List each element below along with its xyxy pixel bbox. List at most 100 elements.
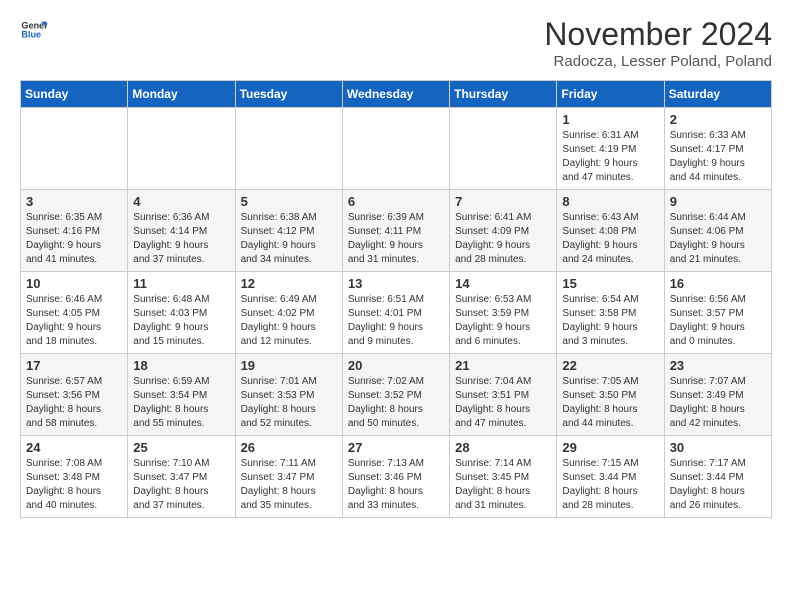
calendar-cell: 10 Sunrise: 6:46 AM Sunset: 4:05 PM Dayli…	[21, 272, 128, 354]
day-number: 24	[26, 440, 122, 455]
calendar-cell: 11 Sunrise: 6:48 AM Sunset: 4:03 PM Dayli…	[128, 272, 235, 354]
day-number: 11	[133, 276, 229, 291]
calendar-cell: 14 Sunrise: 6:53 AM Sunset: 3:59 PM Dayli…	[450, 272, 557, 354]
day-info: Sunrise: 6:54 AM Sunset: 3:58 PM Dayligh…	[562, 293, 658, 349]
day-info: Sunrise: 6:39 AM Sunset: 4:11 PM Dayligh…	[348, 211, 444, 267]
day-number: 3	[26, 194, 122, 209]
weekday-header-wednesday: Wednesday	[342, 81, 449, 108]
calendar-cell: 9 Sunrise: 6:44 AM Sunset: 4:06 PM Daylig…	[664, 190, 771, 272]
calendar-cell: 12 Sunrise: 6:49 AM Sunset: 4:02 PM Dayli…	[235, 272, 342, 354]
day-info: Sunrise: 6:51 AM Sunset: 4:01 PM Dayligh…	[348, 293, 444, 349]
day-number: 30	[670, 440, 766, 455]
day-info: Sunrise: 6:38 AM Sunset: 4:12 PM Dayligh…	[241, 211, 337, 267]
calendar-cell: 15 Sunrise: 6:54 AM Sunset: 3:58 PM Dayli…	[557, 272, 664, 354]
day-info: Sunrise: 6:53 AM Sunset: 3:59 PM Dayligh…	[455, 293, 551, 349]
calendar-cell	[235, 108, 342, 190]
day-info: Sunrise: 6:41 AM Sunset: 4:09 PM Dayligh…	[455, 211, 551, 267]
day-number: 14	[455, 276, 551, 291]
day-number: 25	[133, 440, 229, 455]
day-number: 12	[241, 276, 337, 291]
calendar-cell: 1 Sunrise: 6:31 AM Sunset: 4:19 PM Daylig…	[557, 108, 664, 190]
calendar-cell: 16 Sunrise: 6:56 AM Sunset: 3:57 PM Dayli…	[664, 272, 771, 354]
logo-icon: General Blue	[20, 16, 48, 44]
day-number: 15	[562, 276, 658, 291]
day-info: Sunrise: 7:05 AM Sunset: 3:50 PM Dayligh…	[562, 375, 658, 431]
calendar-cell: 20 Sunrise: 7:02 AM Sunset: 3:52 PM Dayli…	[342, 354, 449, 436]
weekday-header-sunday: Sunday	[21, 81, 128, 108]
calendar-cell: 25Sunrise: 7:10 AM Sunset: 3:47 PM Dayli…	[128, 436, 235, 518]
calendar-cell: 17 Sunrise: 6:57 AM Sunset: 3:56 PM Dayli…	[21, 354, 128, 436]
calendar-cell: 3 Sunrise: 6:35 AM Sunset: 4:16 PM Daylig…	[21, 190, 128, 272]
day-number: 8	[562, 194, 658, 209]
day-number: 23	[670, 358, 766, 373]
calendar-cell: 21Sunrise: 7:04 AM Sunset: 3:51 PM Dayli…	[450, 354, 557, 436]
calendar-cell: 4 Sunrise: 6:36 AM Sunset: 4:14 PM Daylig…	[128, 190, 235, 272]
day-number: 19	[241, 358, 337, 373]
day-number: 22	[562, 358, 658, 373]
day-number: 17	[26, 358, 122, 373]
calendar-cell: 13 Sunrise: 6:51 AM Sunset: 4:01 PM Dayli…	[342, 272, 449, 354]
calendar-table: SundayMondayTuesdayWednesdayThursdayFrid…	[20, 80, 772, 518]
day-number: 16	[670, 276, 766, 291]
calendar-cell: 24 Sunrise: 7:08 AM Sunset: 3:48 PM Dayli…	[21, 436, 128, 518]
day-number: 28	[455, 440, 551, 455]
day-info: Sunrise: 6:44 AM Sunset: 4:06 PM Dayligh…	[670, 211, 766, 267]
calendar-cell: 6 Sunrise: 6:39 AM Sunset: 4:11 PM Daylig…	[342, 190, 449, 272]
weekday-header-thursday: Thursday	[450, 81, 557, 108]
calendar-cell: 7 Sunrise: 6:41 AM Sunset: 4:09 PM Daylig…	[450, 190, 557, 272]
day-info: Sunrise: 6:43 AM Sunset: 4:08 PM Dayligh…	[562, 211, 658, 267]
day-number: 26	[241, 440, 337, 455]
day-info: Sunrise: 6:56 AM Sunset: 3:57 PM Dayligh…	[670, 293, 766, 349]
weekday-header-friday: Friday	[557, 81, 664, 108]
day-info: Sunrise: 7:13 AM Sunset: 3:46 PM Dayligh…	[348, 457, 444, 513]
weekday-header-saturday: Saturday	[664, 81, 771, 108]
day-info: Sunrise: 6:48 AM Sunset: 4:03 PM Dayligh…	[133, 293, 229, 349]
day-number: 29	[562, 440, 658, 455]
calendar-cell: 5 Sunrise: 6:38 AM Sunset: 4:12 PM Daylig…	[235, 190, 342, 272]
day-number: 20	[348, 358, 444, 373]
weekday-header-tuesday: Tuesday	[235, 81, 342, 108]
day-number: 7	[455, 194, 551, 209]
day-number: 9	[670, 194, 766, 209]
weekday-header-monday: Monday	[128, 81, 235, 108]
calendar-cell: 26 Sunrise: 7:11 AM Sunset: 3:47 PM Dayli…	[235, 436, 342, 518]
day-number: 6	[348, 194, 444, 209]
calendar-cell	[450, 108, 557, 190]
day-info: Sunrise: 6:35 AM Sunset: 4:16 PM Dayligh…	[26, 211, 122, 267]
logo: General Blue	[20, 16, 48, 44]
day-number: 13	[348, 276, 444, 291]
day-info: Sunrise: 7:15 AM Sunset: 3:44 PM Dayligh…	[562, 457, 658, 513]
day-info: Sunrise: 6:49 AM Sunset: 4:02 PM Dayligh…	[241, 293, 337, 349]
day-info: Sunrise: 7:07 AM Sunset: 3:49 PM Dayligh…	[670, 375, 766, 431]
day-number: 10	[26, 276, 122, 291]
day-info: Sunrise: 6:46 AM Sunset: 4:05 PM Dayligh…	[26, 293, 122, 349]
day-number: 4	[133, 194, 229, 209]
day-info: Sunrise: 6:59 AM Sunset: 3:54 PM Dayligh…	[133, 375, 229, 431]
svg-text:Blue: Blue	[21, 30, 41, 40]
day-info: Sunrise: 6:36 AM Sunset: 4:14 PM Dayligh…	[133, 211, 229, 267]
calendar-cell: 22 Sunrise: 7:05 AM Sunset: 3:50 PM Dayli…	[557, 354, 664, 436]
calendar-cell: 2Sunrise: 6:33 AM Sunset: 4:17 PM Daylig…	[664, 108, 771, 190]
title-area: November 2024 Radocza, Lesser Poland, Po…	[544, 16, 772, 70]
day-info: Sunrise: 7:02 AM Sunset: 3:52 PM Dayligh…	[348, 375, 444, 431]
day-info: Sunrise: 7:14 AM Sunset: 3:45 PM Dayligh…	[455, 457, 551, 513]
calendar-cell: 19 Sunrise: 7:01 AM Sunset: 3:53 PM Dayli…	[235, 354, 342, 436]
location-title: Radocza, Lesser Poland, Poland	[544, 53, 772, 70]
calendar-cell: 29 Sunrise: 7:15 AM Sunset: 3:44 PM Dayli…	[557, 436, 664, 518]
day-info: Sunrise: 6:31 AM Sunset: 4:19 PM Dayligh…	[562, 129, 658, 185]
day-number: 5	[241, 194, 337, 209]
day-info: Sunrise: 7:01 AM Sunset: 3:53 PM Dayligh…	[241, 375, 337, 431]
month-title: November 2024	[544, 16, 772, 53]
calendar-cell: 30Sunrise: 7:17 AM Sunset: 3:44 PM Dayli…	[664, 436, 771, 518]
day-number: 27	[348, 440, 444, 455]
calendar-cell	[128, 108, 235, 190]
day-info: Sunrise: 7:08 AM Sunset: 3:48 PM Dayligh…	[26, 457, 122, 513]
day-info: Sunrise: 6:57 AM Sunset: 3:56 PM Dayligh…	[26, 375, 122, 431]
calendar-cell: 18 Sunrise: 6:59 AM Sunset: 3:54 PM Dayli…	[128, 354, 235, 436]
day-info: Sunrise: 7:04 AM Sunset: 3:51 PM Dayligh…	[455, 375, 551, 431]
day-info: Sunrise: 7:11 AM Sunset: 3:47 PM Dayligh…	[241, 457, 337, 513]
day-number: 1	[562, 112, 658, 127]
day-info: Sunrise: 6:33 AM Sunset: 4:17 PM Dayligh…	[670, 129, 766, 185]
calendar-cell: 28 Sunrise: 7:14 AM Sunset: 3:45 PM Dayli…	[450, 436, 557, 518]
day-number: 18	[133, 358, 229, 373]
